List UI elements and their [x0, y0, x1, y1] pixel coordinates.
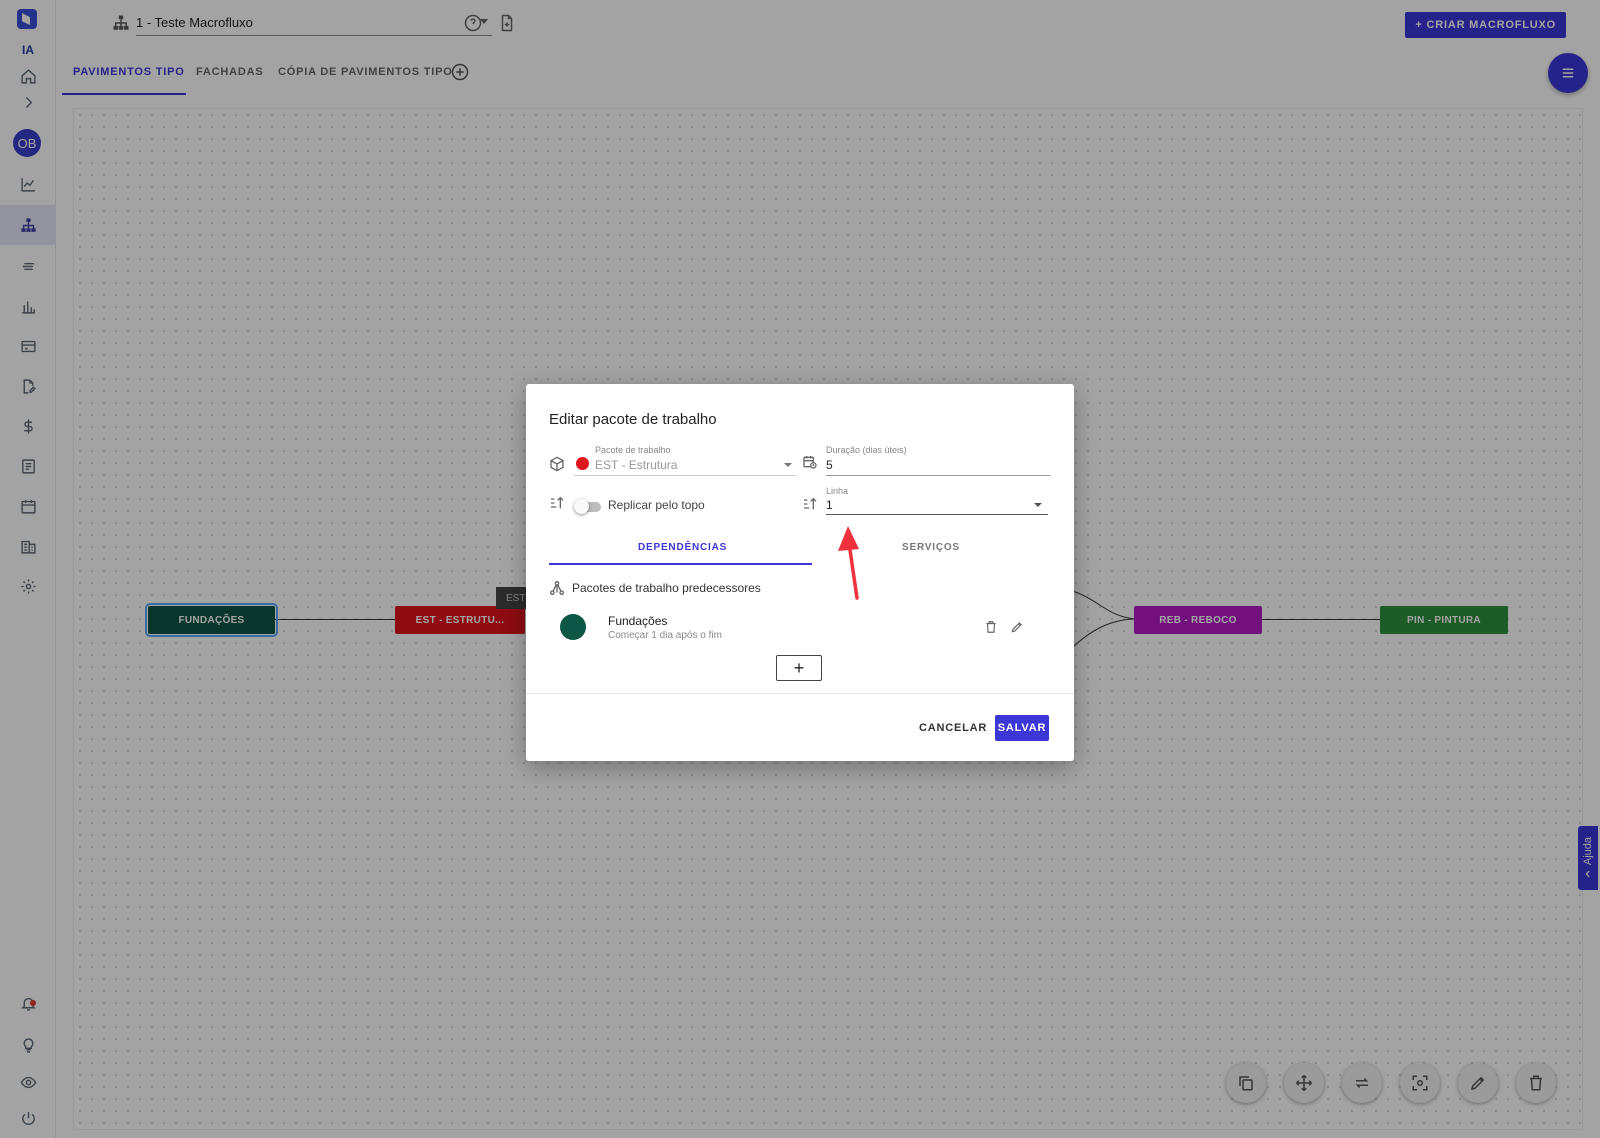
- duracao-label: Duração (dias úteis): [826, 445, 907, 455]
- sort-up-icon: [551, 496, 564, 509]
- replicar-toggle-knob[interactable]: [574, 499, 589, 514]
- replicar-label: Replicar pelo topo: [608, 498, 705, 512]
- chevron-down-icon: [1034, 503, 1042, 507]
- package-icon: [550, 456, 564, 472]
- duracao-underline: [826, 475, 1050, 476]
- dependency-name: Fundações: [608, 614, 668, 628]
- calendar-clock-icon: [803, 456, 817, 469]
- pencil-icon[interactable]: [1010, 620, 1024, 634]
- dialog-title: Editar pacote de trabalho: [549, 411, 717, 428]
- package-color-dot: [576, 457, 589, 470]
- duracao-input[interactable]: 5: [826, 458, 833, 472]
- trash-icon[interactable]: [984, 620, 998, 634]
- linha-underline: [826, 514, 1048, 515]
- sort-up-icon: [804, 497, 817, 510]
- network-icon: [550, 581, 564, 595]
- linha-label: Linha: [826, 486, 849, 496]
- dialog-divider: [526, 693, 1074, 694]
- tab-dependencias[interactable]: DEPENDÊNCIAS: [638, 542, 727, 553]
- dialog-tab-indicator: [549, 563, 812, 565]
- chevron-down-icon: [784, 463, 792, 467]
- predecessors-heading: Pacotes de trabalho predecessores: [572, 581, 761, 595]
- pacote-underline: [574, 475, 796, 476]
- pacote-select[interactable]: EST - Estrutura: [595, 458, 677, 472]
- pacote-label: Pacote de trabalho: [595, 445, 671, 455]
- tab-servicos[interactable]: SERVIÇOS: [902, 542, 960, 553]
- dependency-color-dot: [560, 614, 586, 640]
- save-button[interactable]: SALVAR: [995, 715, 1049, 741]
- edit-package-dialog: Editar pacote de trabalho Pacote de trab…: [526, 384, 1074, 761]
- add-dependency-button[interactable]: +: [776, 655, 822, 681]
- linha-select[interactable]: 1: [826, 498, 833, 512]
- cancel-button[interactable]: CANCELAR: [919, 722, 987, 734]
- dependency-detail: Começar 1 dia após o fim: [608, 630, 722, 641]
